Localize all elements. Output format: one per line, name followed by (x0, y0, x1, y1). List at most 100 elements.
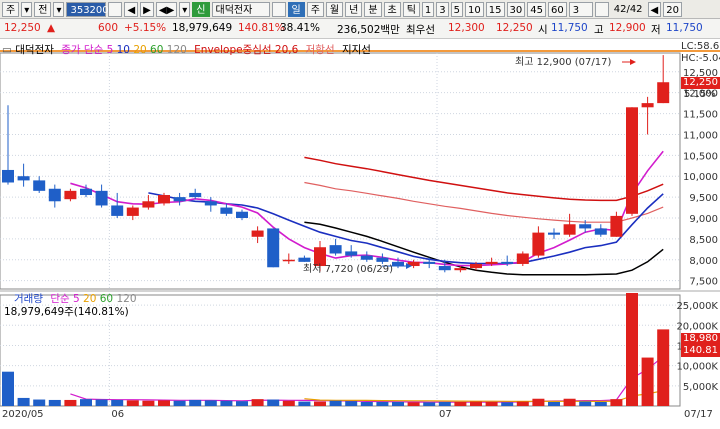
volume-bar (189, 399, 202, 406)
price-tick-label: 9,500 (689, 193, 718, 204)
candle-body (579, 224, 592, 229)
best-quote-label: 최우선 (406, 24, 435, 36)
stock-code-input[interactable]: 353200 (66, 1, 109, 17)
chart-series (70, 150, 664, 403)
candle-body (251, 230, 264, 237)
low-price: 11,750 (666, 22, 703, 34)
volume-bar (345, 401, 358, 406)
candle-body (189, 192, 202, 198)
ma-legend-label: 종가 단순 (61, 44, 104, 56)
price-tick-label: 10,500 (683, 151, 718, 162)
volume-value: 18,979,649 (172, 22, 233, 34)
period-week-button[interactable]: 주 (306, 1, 324, 17)
candle-body (236, 211, 248, 218)
interval-5-button[interactable]: 5 (450, 1, 464, 17)
toolbar: 주 ▾ 전 ▾ 353200 ◀ ▶ ◀▶ ▾ 신 대덕전자 일 주 월 년 분… (0, 0, 720, 19)
volume-bar (501, 402, 514, 406)
volume-bar (111, 399, 124, 406)
volume-bar (158, 400, 170, 406)
candle-body (282, 259, 295, 262)
high-price: 12,900 (609, 22, 646, 34)
volume-bar (532, 398, 545, 406)
volume-bar (392, 401, 404, 406)
interval-3-button[interactable]: 3 (436, 1, 449, 17)
period-second-button[interactable]: 초 (383, 1, 401, 17)
low-annotation: 최저 7,720 (06/29) (303, 264, 394, 275)
candle-body (594, 228, 607, 235)
volume-bar (48, 399, 61, 406)
interval-60-button[interactable]: 60 (547, 1, 567, 17)
period-year-button[interactable]: 년 (345, 1, 363, 17)
volume-bar (2, 371, 14, 406)
volume-bar (594, 401, 607, 406)
current-price: 12,250 (4, 22, 41, 34)
chart-type-dropdown-icon[interactable]: ▾ (21, 1, 33, 17)
candle-body (126, 207, 139, 216)
volume-bar (657, 329, 670, 406)
name-dropdown-icon[interactable] (271, 1, 286, 17)
best-ask: 12,300 (448, 22, 485, 34)
sound-icon[interactable]: ◀▶ (155, 1, 178, 17)
next-stock-icon[interactable]: ▶ (140, 1, 154, 17)
volume-bar (423, 402, 436, 406)
period-month-button[interactable]: 월 (325, 1, 344, 17)
candle-body (111, 205, 124, 216)
candle-body (548, 232, 560, 235)
volume-bar (204, 400, 217, 406)
market-dropdown-icon[interactable]: ▾ (53, 1, 65, 17)
prev-stock-icon[interactable]: ◀ (124, 1, 139, 17)
volume-bar (626, 292, 638, 406)
change-percent: +5.15% (124, 22, 167, 34)
ma5-legend: 5 (106, 44, 114, 56)
count-dropdown-icon[interactable] (594, 1, 609, 17)
period-minute-button[interactable]: 분 (364, 1, 382, 17)
volume-bar (298, 401, 311, 406)
period-tick-button[interactable]: 틱 (402, 1, 420, 17)
volume-bar (282, 400, 295, 406)
support-legend: 지지선 (341, 44, 371, 56)
count-input[interactable]: 3 (568, 1, 593, 17)
candle-body (95, 190, 108, 206)
ma120-legend: 120 (166, 44, 187, 56)
volume-tag: 18,980 (681, 333, 720, 345)
candle-body (48, 188, 61, 202)
scroll-left-icon[interactable]: ◀ (647, 1, 662, 17)
volume-bar (563, 398, 576, 406)
trade-amount: 236,502백만 (337, 24, 400, 36)
credit-badge: 신 (192, 1, 210, 17)
candle-body (501, 261, 514, 264)
interval-15-button[interactable]: 15 (485, 1, 505, 17)
ma10-legend: 10 (116, 44, 130, 56)
code-dropdown-icon[interactable] (108, 1, 123, 17)
high-label: 고 (594, 24, 604, 36)
candle-body (64, 190, 77, 200)
price-tick-label: 8,000 (689, 256, 718, 267)
volume-ratio: 140.81% (238, 22, 285, 34)
price-tag: 12,250 (681, 77, 720, 89)
volume-bar (267, 399, 280, 406)
chart-type-select[interactable]: 주 (2, 1, 20, 17)
volume-tick-label: 25,000K (676, 301, 718, 312)
pct-tag: 5.15% (684, 89, 716, 100)
interval-45-button[interactable]: 45 (527, 1, 546, 17)
open-price: 11,750 (551, 22, 588, 34)
options-dropdown-icon[interactable]: ▾ (179, 1, 191, 17)
chart-area[interactable]: 7,500 8,000 8,500 9,000 9,500 10,000 10,500 11,… (0, 39, 720, 429)
price-change: 600 (98, 22, 119, 34)
extra-select[interactable]: 20 (663, 1, 682, 17)
candle-body (641, 103, 654, 108)
candle-body (345, 251, 358, 256)
market-select[interactable]: 전 (34, 1, 52, 17)
volume-bar (33, 399, 46, 406)
candle-body (158, 195, 170, 204)
period-day-button[interactable]: 일 (287, 1, 305, 17)
price-tick-label: 7,500 (689, 277, 718, 288)
ma60-legend: 60 (150, 44, 164, 56)
candle-body (2, 169, 14, 183)
interval-10-button[interactable]: 10 (465, 1, 484, 17)
interval-1-button[interactable]: 1 (421, 1, 435, 17)
volume-bar (236, 401, 248, 406)
volume-bar (485, 401, 498, 406)
interval-30-button[interactable]: 30 (506, 1, 526, 17)
x-axis-label: 2020/05 (2, 409, 44, 420)
